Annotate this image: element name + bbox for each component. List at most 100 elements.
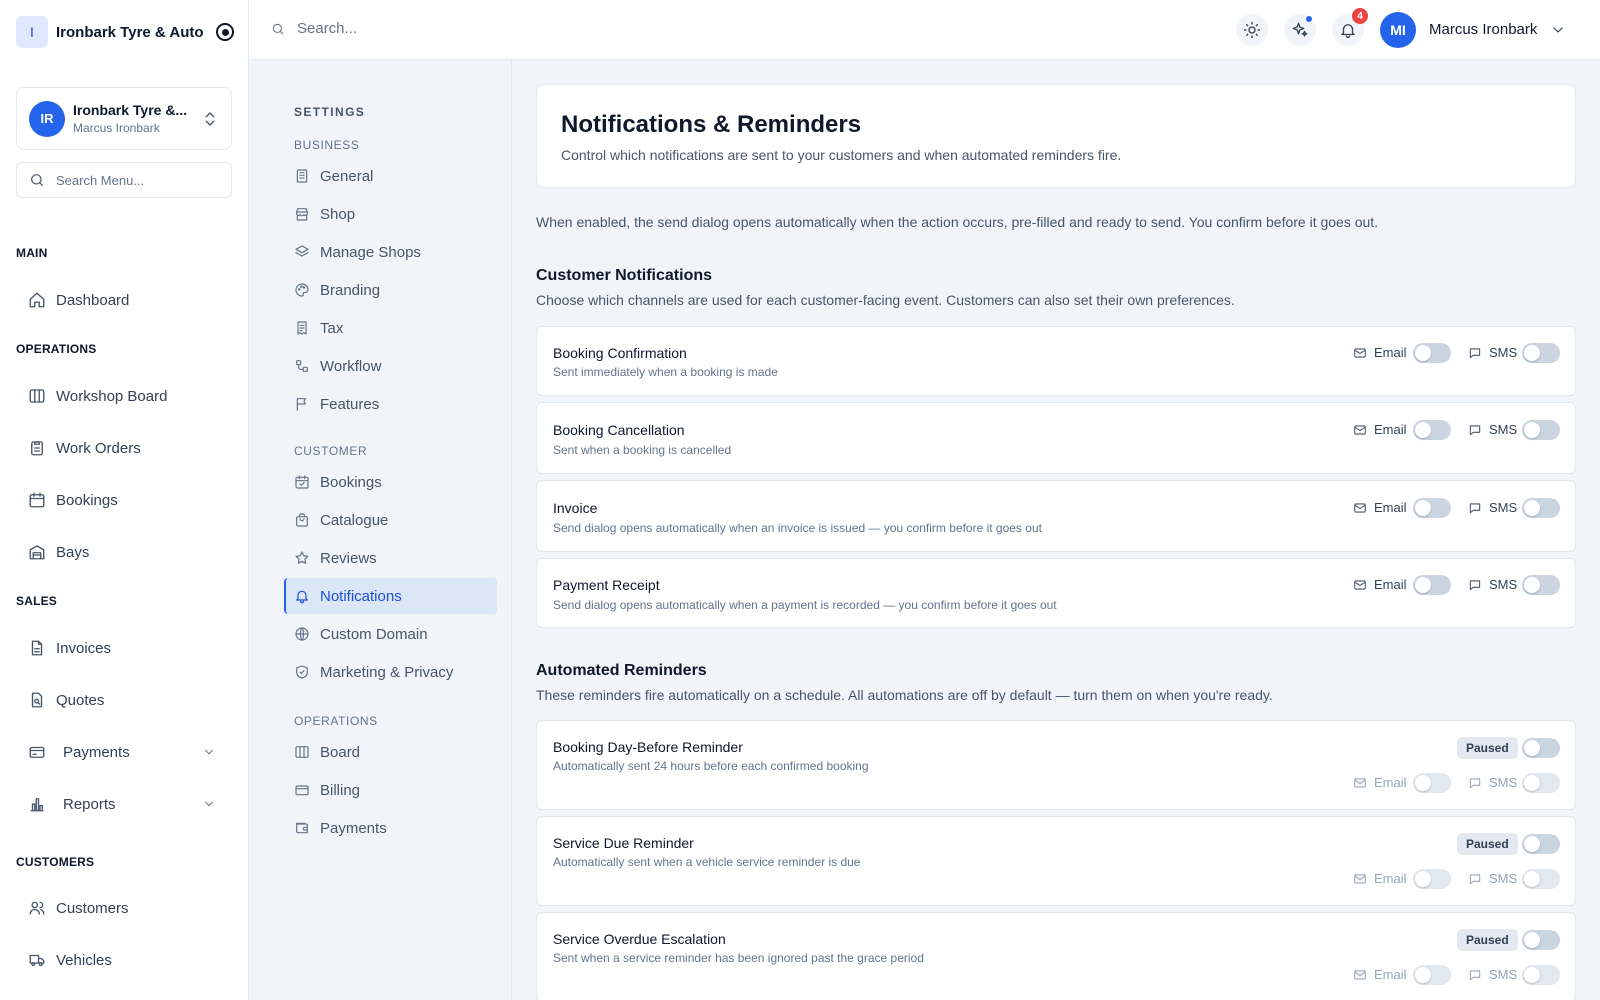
settings-item-label: Branding: [320, 281, 381, 299]
notification-description: Sent immediately when a booking is made: [553, 365, 778, 379]
sidebar-item-workshop-board[interactable]: Workshop Board: [16, 376, 222, 416]
home-icon: [29, 292, 45, 308]
settings-item-label: Tax: [320, 319, 344, 337]
email-toggle[interactable]: [1413, 869, 1451, 889]
settings-item-label: Billing: [320, 781, 361, 799]
sms-toggle[interactable]: [1522, 869, 1560, 889]
page-title: Notifications & Reminders: [561, 111, 862, 138]
notifications-button[interactable]: 4: [1332, 8, 1368, 46]
settings-item-manage-shops[interactable]: Manage Shops: [284, 234, 497, 270]
message-icon: [1469, 347, 1481, 358]
sms-channel-label: SMS: [1468, 345, 1517, 360]
sidebar-item-reports[interactable]: Reports: [16, 784, 222, 824]
sidebar-item-label: Customers: [56, 899, 129, 917]
sidebar-item-label: Dashboard: [56, 291, 130, 309]
status-badge: Paused: [1457, 737, 1518, 759]
settings-item-custom-domain[interactable]: Custom Domain: [284, 616, 497, 652]
reminder-row: Booking Day-Before Reminder Automaticall…: [536, 720, 1576, 810]
sidebar-item-invoices[interactable]: Invoices: [16, 628, 222, 668]
bar-chart-icon: [30, 798, 44, 812]
settings-item-workflow[interactable]: Workflow: [284, 348, 497, 384]
brand-logo: I: [16, 16, 48, 48]
sms-toggle[interactable]: [1522, 773, 1560, 793]
settings-section-customer: CUSTOMER: [294, 444, 368, 458]
sms-toggle[interactable]: [1522, 575, 1560, 595]
settings-item-payments[interactable]: Payments: [284, 810, 497, 846]
mail-icon: [1354, 502, 1366, 513]
settings-item-reviews[interactable]: Reviews: [284, 540, 497, 576]
settings-item-shop[interactable]: Shop: [284, 196, 497, 232]
sidebar-toggle-icon[interactable]: [216, 23, 234, 41]
theme-toggle-button[interactable]: [1236, 14, 1268, 46]
settings-item-label: Reviews: [320, 549, 377, 567]
sms-toggle[interactable]: [1522, 343, 1560, 363]
email-toggle[interactable]: [1413, 965, 1451, 985]
channel-label: Email: [1374, 871, 1407, 886]
settings-item-bookings[interactable]: Bookings: [284, 464, 497, 500]
user-name[interactable]: Marcus Ironbark: [1429, 21, 1537, 38]
ai-assistant-button[interactable]: [1284, 14, 1316, 46]
settings-item-catalogue[interactable]: Catalogue: [284, 502, 497, 538]
warehouse-icon: [29, 545, 45, 560]
chevron-down-icon[interactable]: [202, 797, 216, 811]
settings-item-board[interactable]: Board: [284, 734, 497, 770]
columns-icon: [29, 389, 45, 403]
reminder-title: Booking Day-Before Reminder: [553, 739, 743, 755]
shop-switcher[interactable]: IR Ironbark Tyre &... Marcus Ironbark: [16, 87, 232, 150]
wallet-icon: [296, 822, 308, 834]
sidebar-item-payments[interactable]: Payments: [16, 732, 222, 772]
settings-item-notifications[interactable]: Notifications: [284, 578, 497, 614]
customer-notifications-description: Choose which channels are used for each …: [536, 292, 1235, 308]
status-badge: Paused: [1457, 929, 1518, 951]
brand: I Ironbark Tyre & Auto: [16, 16, 234, 48]
message-icon: [1469, 969, 1481, 980]
sms-toggle[interactable]: [1522, 420, 1560, 440]
sidebar-item-work-orders[interactable]: Work Orders: [16, 428, 222, 468]
chevron-down-icon[interactable]: [1550, 22, 1566, 38]
sms-toggle[interactable]: [1522, 965, 1560, 985]
page-header-card: Notifications & Reminders Control which …: [536, 84, 1576, 188]
sidebar-item-dashboard[interactable]: Dashboard: [16, 280, 222, 320]
star-icon: [295, 551, 309, 564]
mail-icon: [1354, 777, 1366, 788]
notification-description: Sent when a booking is cancelled: [553, 443, 732, 457]
sms-channel-label: SMS: [1468, 500, 1517, 515]
settings-item-marketing-privacy[interactable]: Marketing & Privacy: [284, 654, 497, 690]
email-toggle[interactable]: [1413, 420, 1451, 440]
message-icon: [1469, 777, 1481, 788]
email-toggle[interactable]: [1413, 575, 1451, 595]
settings-item-branding[interactable]: Branding: [284, 272, 497, 308]
sidebar-item-customers[interactable]: Customers: [16, 888, 222, 928]
settings-item-features[interactable]: Features: [284, 386, 497, 422]
sidebar-item-bays[interactable]: Bays: [16, 532, 222, 572]
sidebar-item-vehicles[interactable]: Vehicles: [16, 940, 222, 980]
settings-item-billing[interactable]: Billing: [284, 772, 497, 808]
reminder-enable-toggle[interactable]: [1522, 930, 1560, 950]
email-toggle[interactable]: [1413, 773, 1451, 793]
reminder-enable-toggle[interactable]: [1522, 834, 1560, 854]
sms-toggle[interactable]: [1522, 498, 1560, 518]
reminder-row: Service Overdue Escalation Sent when a s…: [536, 912, 1576, 1000]
sidebar-item-bookings[interactable]: Bookings: [16, 480, 222, 520]
settings-section-operations: OPERATIONS: [294, 714, 378, 728]
sidebar-search-input[interactable]: Search Menu...: [16, 162, 232, 198]
email-toggle[interactable]: [1413, 343, 1451, 363]
chevron-down-icon[interactable]: [202, 745, 216, 759]
layers-icon: [295, 245, 309, 257]
channel-label: SMS: [1489, 345, 1518, 360]
global-search-input[interactable]: Search...: [271, 20, 357, 37]
email-channel-label: Email: [1353, 967, 1407, 982]
reminder-enable-toggle[interactable]: [1522, 738, 1560, 758]
notification-title: Booking Cancellation: [553, 422, 685, 438]
email-toggle[interactable]: [1413, 498, 1451, 518]
channel-label: Email: [1374, 967, 1407, 982]
email-channel-label: Email: [1353, 871, 1407, 886]
store-icon: [296, 208, 308, 221]
channel-label: SMS: [1489, 871, 1518, 886]
user-avatar[interactable]: MI: [1380, 12, 1416, 48]
settings-item-tax[interactable]: Tax: [284, 310, 497, 346]
sidebar-item-quotes[interactable]: Quotes: [16, 680, 222, 720]
sidebar-section-sales: SALES: [16, 594, 58, 608]
sidebar-item-label: Reports: [63, 795, 116, 813]
settings-item-general[interactable]: General: [284, 158, 497, 194]
